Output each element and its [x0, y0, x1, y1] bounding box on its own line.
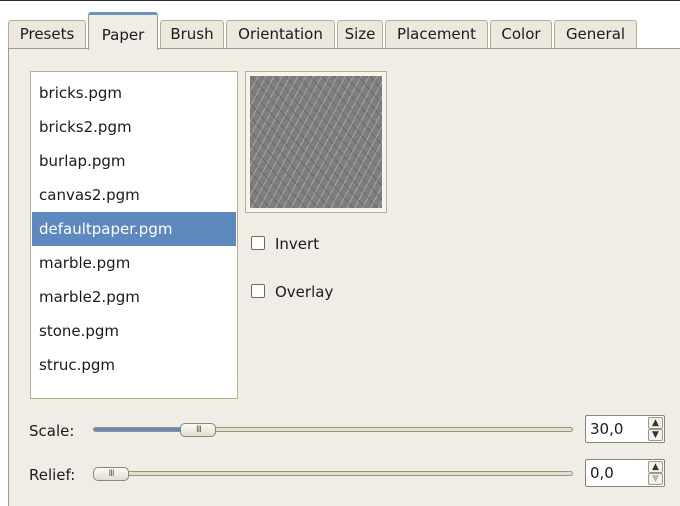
invert-option[interactable]: Invert [251, 233, 319, 255]
relief-label: Relief: [29, 466, 76, 484]
relief-decrement-button[interactable]: ▼ [648, 473, 663, 485]
paper-list-item[interactable]: bricks2.pgm [32, 110, 236, 144]
window-top-border [0, 0, 680, 1]
relief-slider-handle[interactable]: III [93, 467, 129, 481]
tab-color[interactable]: Color [490, 20, 552, 49]
paper-list[interactable]: bricks.pgm bricks2.pgm burlap.pgm canvas… [30, 71, 238, 399]
tab-general[interactable]: General [554, 20, 637, 49]
scale-increment-button[interactable]: ▲ [648, 417, 663, 429]
paper-preview [245, 71, 387, 213]
overlay-label: Overlay [275, 283, 334, 301]
scale-label: Scale: [29, 422, 75, 440]
tab-label: Color [501, 25, 541, 43]
paper-list-item[interactable]: bricks.pgm [32, 76, 236, 110]
overlay-option[interactable]: Overlay [251, 281, 333, 303]
paper-list-item[interactable]: marble.pgm [32, 246, 236, 280]
tab-placement[interactable]: Placement [385, 20, 488, 49]
tab-label: Brush [170, 25, 214, 43]
paper-list-item[interactable]: struc.pgm [32, 348, 236, 382]
tab-label: Presets [19, 25, 75, 43]
tab-label: Orientation [238, 25, 323, 43]
tab-label: General [565, 25, 626, 43]
tab-label: Size [344, 25, 376, 43]
relief-value: 0,0 [590, 464, 614, 482]
paper-list-item[interactable]: burlap.pgm [32, 144, 236, 178]
tab-presets[interactable]: Presets [8, 20, 86, 49]
tab-orientation[interactable]: Orientation [226, 20, 335, 49]
scale-decrement-button[interactable]: ▼ [648, 429, 663, 441]
paper-list-item[interactable]: stone.pgm [32, 314, 236, 348]
invert-label: Invert [275, 235, 320, 253]
tab-label: Paper [101, 26, 145, 44]
scale-slider-handle[interactable]: III [180, 423, 217, 437]
relief-slider[interactable] [93, 471, 573, 476]
paper-tab-panel: bricks.pgm bricks2.pgm burlap.pgm canvas… [8, 48, 680, 506]
paper-list-item-selected[interactable]: defaultpaper.pgm [32, 212, 236, 246]
relief-increment-button[interactable]: ▲ [648, 461, 663, 473]
tab-paper[interactable]: Paper [88, 12, 158, 50]
scale-value: 30,0 [590, 420, 624, 438]
paper-texture-image [250, 76, 382, 208]
relief-spinbutton[interactable]: 0,0 ▲ ▼ [585, 459, 665, 487]
scale-spinbutton[interactable]: 30,0 ▲ ▼ [585, 415, 665, 443]
invert-checkbox[interactable] [251, 235, 265, 250]
tab-brush[interactable]: Brush [160, 20, 224, 49]
paper-list-item[interactable]: canvas2.pgm [32, 178, 236, 212]
paper-list-item[interactable]: marble2.pgm [32, 280, 236, 314]
scale-slider[interactable] [93, 427, 573, 432]
tab-label: Placement [396, 25, 477, 43]
overlay-checkbox[interactable] [251, 283, 265, 298]
tab-size[interactable]: Size [337, 20, 383, 49]
